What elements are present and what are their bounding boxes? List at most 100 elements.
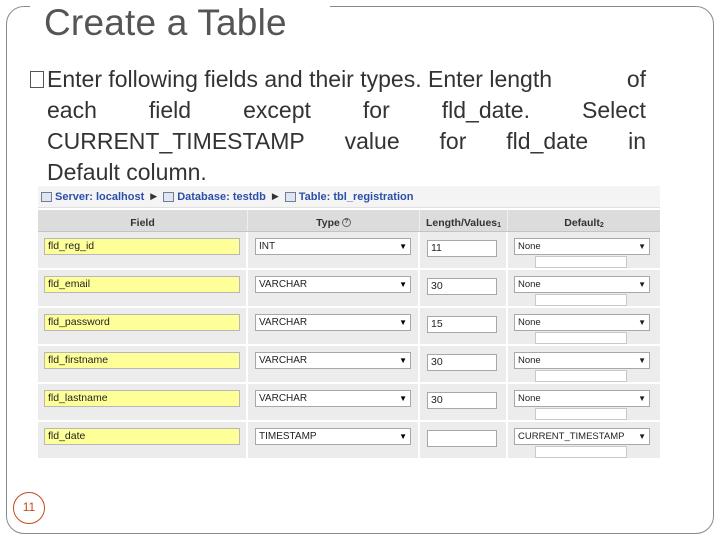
default-value-input[interactable] xyxy=(535,332,627,344)
help-icon[interactable]: ? xyxy=(341,218,351,227)
field-definition-table: Field Type ? Length/Values 1 Default 2 fld… xyxy=(38,210,660,460)
header-default-label: Default xyxy=(564,217,600,229)
type-select[interactable]: VARCHAR ▼ xyxy=(255,276,411,293)
field-name-input[interactable]: fld_password xyxy=(44,314,240,331)
type-cell: VARCHAR ▼ xyxy=(248,384,420,420)
breadcrumb-table-label: Table: tbl_registration xyxy=(298,190,414,203)
dropdown-arrow-icon: ▼ xyxy=(638,318,646,327)
default-select[interactable]: None ▼ xyxy=(514,238,650,255)
length-cell xyxy=(420,422,508,458)
bullet-word: fld_date. xyxy=(441,97,530,123)
length-cell: 15 xyxy=(420,308,508,344)
breadcrumb-table[interactable]: Table: tbl_registration xyxy=(284,190,414,203)
type-value: VARCHAR xyxy=(259,317,308,328)
table-row: fld_email VARCHAR ▼ 30 None ▼ xyxy=(38,270,660,308)
square-bullet-icon xyxy=(30,71,44,88)
field-name-input[interactable]: fld_date xyxy=(44,428,240,445)
bullet-paragraph: Enter following fields and their types. … xyxy=(30,64,646,188)
field-cell: fld_email xyxy=(38,270,248,306)
dropdown-arrow-icon: ▼ xyxy=(399,280,407,289)
breadcrumb-separator-icon: ▶ xyxy=(150,191,158,201)
header-length: Length/Values 1 xyxy=(420,210,508,231)
bullet-text-segment: Enter following fields and their types. … xyxy=(47,66,553,92)
header-default-footnote: 2 xyxy=(599,222,604,229)
bullet-word: except xyxy=(243,97,311,123)
length-input[interactable]: 30 xyxy=(427,392,497,409)
default-value-input[interactable] xyxy=(535,256,627,268)
default-value: None xyxy=(518,393,541,404)
table-row: fld_lastname VARCHAR ▼ 30 None ▼ xyxy=(38,384,660,422)
header-length-label: Length/Values xyxy=(425,217,498,229)
field-cell: fld_password xyxy=(38,308,248,344)
dropdown-arrow-icon: ▼ xyxy=(399,318,407,327)
length-input[interactable]: 15 xyxy=(427,316,497,333)
default-cell: None ▼ xyxy=(508,270,660,306)
dropdown-arrow-icon: ▼ xyxy=(399,356,407,365)
dropdown-arrow-icon: ▼ xyxy=(638,356,646,365)
default-cell: None ▼ xyxy=(508,384,660,420)
type-select[interactable]: VARCHAR ▼ xyxy=(255,314,411,331)
breadcrumb-database[interactable]: Database: testdb xyxy=(163,191,266,203)
type-value: VARCHAR xyxy=(259,279,308,290)
table-header: Field Type ? Length/Values 1 Default 2 xyxy=(38,210,660,232)
bullet-line-2: each field except for fld_date. Select xyxy=(30,95,646,126)
default-value-input[interactable] xyxy=(535,294,627,306)
default-cell: None ▼ xyxy=(508,308,660,344)
length-input[interactable]: 11 xyxy=(427,240,497,257)
table-body: fld_reg_id INT ▼ 11 None ▼ fld_email VAR… xyxy=(38,232,660,460)
length-input[interactable] xyxy=(427,430,497,447)
type-value: VARCHAR xyxy=(259,393,308,404)
length-cell: 30 xyxy=(420,346,508,382)
type-select[interactable]: TIMESTAMP ▼ xyxy=(255,428,411,445)
breadcrumb: Server: localhost ▶ Database: testdb ▶ T… xyxy=(38,186,660,208)
slide-number: 11 xyxy=(13,492,45,524)
default-select[interactable]: None ▼ xyxy=(514,390,650,407)
bullet-word: Select xyxy=(582,97,646,123)
bullet-text-segment: of xyxy=(626,66,646,92)
length-cell: 30 xyxy=(420,384,508,420)
type-select[interactable]: VARCHAR ▼ xyxy=(255,390,411,407)
type-cell: TIMESTAMP ▼ xyxy=(248,422,420,458)
length-input[interactable]: 30 xyxy=(427,278,497,295)
header-default: Default 2 xyxy=(508,210,660,231)
default-select[interactable]: CURRENT_TIMESTAMP ▼ xyxy=(514,428,650,445)
header-type-label: Type xyxy=(316,217,340,229)
field-name-input[interactable]: fld_lastname xyxy=(44,390,240,407)
default-select[interactable]: None ▼ xyxy=(514,352,650,369)
default-select[interactable]: None ▼ xyxy=(514,314,650,331)
default-value: None xyxy=(518,317,541,328)
header-type: Type ? xyxy=(248,210,420,231)
field-name-input[interactable]: fld_reg_id xyxy=(44,238,240,255)
bullet-word: in xyxy=(628,128,646,154)
database-icon xyxy=(163,191,175,202)
breadcrumb-separator-icon: ▶ xyxy=(271,191,279,201)
type-select[interactable]: VARCHAR ▼ xyxy=(255,352,411,369)
default-select[interactable]: None ▼ xyxy=(514,276,650,293)
default-value-input[interactable] xyxy=(535,370,627,382)
field-cell: fld_reg_id xyxy=(38,232,248,268)
default-value: None xyxy=(518,241,541,252)
field-name-input[interactable]: fld_email xyxy=(44,276,240,293)
bullet-word: for xyxy=(362,97,390,123)
dropdown-arrow-icon: ▼ xyxy=(399,432,407,441)
breadcrumb-server[interactable]: Server: localhost xyxy=(41,191,144,203)
default-value: CURRENT_TIMESTAMP xyxy=(518,431,625,442)
table-row: fld_firstname VARCHAR ▼ 30 None ▼ xyxy=(38,346,660,384)
type-select[interactable]: INT ▼ xyxy=(255,238,411,255)
bullet-line-4: Default column. xyxy=(47,159,207,185)
field-cell: fld_date xyxy=(38,422,248,458)
field-cell: fld_lastname xyxy=(38,384,248,420)
bullet-line-1: Enter following fields and their types. … xyxy=(30,64,646,95)
default-value-input[interactable] xyxy=(535,446,627,458)
length-input[interactable]: 30 xyxy=(427,354,497,371)
default-value-input[interactable] xyxy=(535,408,627,420)
field-name-input[interactable]: fld_firstname xyxy=(44,352,240,369)
type-value: TIMESTAMP xyxy=(259,431,317,442)
header-length-footnote: 1 xyxy=(497,222,502,229)
default-cell: None ▼ xyxy=(508,232,660,268)
default-value: None xyxy=(518,355,541,366)
dropdown-arrow-icon: ▼ xyxy=(638,394,646,403)
bullet-line-3: CURRENT_TIMESTAMP value for fld_date in xyxy=(30,126,646,157)
server-icon xyxy=(41,191,52,202)
slide-title: Create a Table xyxy=(44,2,287,43)
